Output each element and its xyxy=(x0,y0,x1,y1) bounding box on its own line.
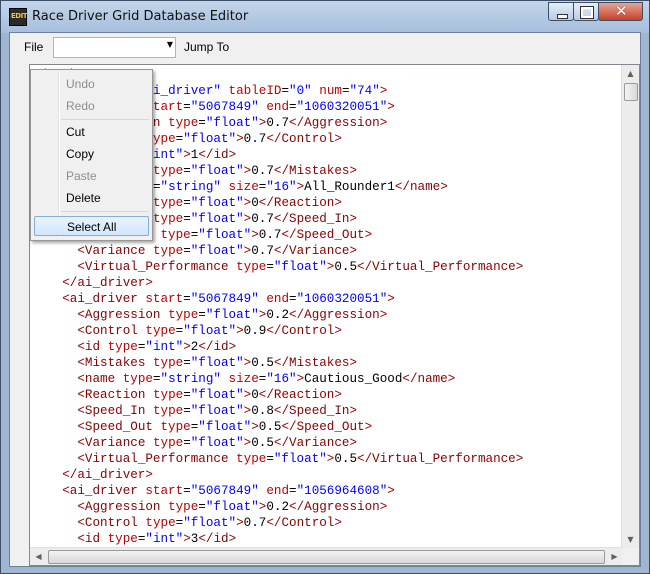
context-menu-separator xyxy=(61,211,149,212)
context-menu-item-paste[interactable]: Paste xyxy=(34,166,149,186)
context-menu: Undo Redo Cut Copy Paste Delete Select All xyxy=(30,69,153,241)
menu-file[interactable]: File xyxy=(24,40,43,54)
code-line[interactable]: <Aggression type="float">0.2</Aggression… xyxy=(32,308,387,322)
code-line[interactable]: <Speed_Out type="float">0.5</Speed_Out> xyxy=(32,420,372,434)
code-line[interactable]: <name type="string" size="16">Cautious_G… xyxy=(32,372,455,386)
code-line[interactable]: <Reaction type="float">0</Reaction> xyxy=(32,388,342,402)
menu-bar: File ▼ Jump To xyxy=(10,33,640,61)
context-menu-item-redo[interactable]: Redo xyxy=(34,96,149,116)
table-select[interactable]: ▼ xyxy=(53,37,176,58)
scroll-right-icon[interactable]: ▶ xyxy=(606,548,623,565)
code-line[interactable]: <Mistakes type="float">0.5</Mistakes> xyxy=(32,356,357,370)
app-window: EDIT Race Driver Grid Database Editor ✕ … xyxy=(0,0,650,574)
code-line[interactable]: <Control type="float">0.7</Control> xyxy=(32,516,342,530)
jump-to-button[interactable]: Jump To xyxy=(184,40,229,54)
minimize-button[interactable] xyxy=(548,2,574,21)
context-menu-item-label: Select All xyxy=(67,220,117,234)
scroll-up-icon[interactable]: ▲ xyxy=(622,65,639,82)
code-line[interactable]: <Virtual_Performance type="float">0.5</V… xyxy=(32,260,523,274)
context-menu-item-undo[interactable]: Undo xyxy=(34,74,149,94)
context-menu-item-label: Copy xyxy=(66,147,95,161)
code-line[interactable]: <Variance type="float">0.7</Variance> xyxy=(32,244,357,258)
code-line[interactable]: <Speed_In type="float">0.8</Speed_In> xyxy=(32,404,357,418)
code-line[interactable]: <ai_driver start="5067849" end="10569646… xyxy=(32,484,395,498)
title-bar[interactable]: EDIT Race Driver Grid Database Editor ✕ xyxy=(1,1,649,33)
code-line[interactable]: <ai_driver start="5067849" end="10603200… xyxy=(32,292,395,306)
window-controls: ✕ xyxy=(548,2,643,22)
close-button[interactable]: ✕ xyxy=(598,2,643,21)
code-line[interactable]: <id type="int">3</id> xyxy=(32,532,236,546)
scroll-down-icon[interactable]: ▼ xyxy=(622,531,639,548)
context-menu-item-copy[interactable]: Copy xyxy=(34,144,149,164)
context-menu-item-select-all[interactable]: Select All xyxy=(34,216,149,236)
code-line[interactable]: </ai_driver> xyxy=(32,276,153,290)
vertical-scrollbar[interactable]: ▲ ▼ xyxy=(621,65,639,548)
context-menu-item-label: Paste xyxy=(66,169,97,183)
scroll-corner xyxy=(622,548,639,565)
maximize-icon xyxy=(580,6,594,19)
context-menu-item-label: Cut xyxy=(66,125,85,139)
vertical-scroll-thumb[interactable] xyxy=(624,83,638,101)
context-menu-item-label: Undo xyxy=(66,77,95,91)
context-menu-item-label: Redo xyxy=(66,99,95,113)
horizontal-scroll-thumb[interactable] xyxy=(48,550,605,564)
context-menu-item-label: Delete xyxy=(66,191,101,205)
window-title: Race Driver Grid Database Editor xyxy=(32,9,249,24)
code-line[interactable]: <Control type="float">0.9</Control> xyxy=(32,324,342,338)
close-icon: ✕ xyxy=(615,2,628,20)
code-line[interactable]: <Aggression type="float">0.2</Aggression… xyxy=(32,500,387,514)
minimize-icon xyxy=(557,14,568,19)
maximize-button[interactable] xyxy=(573,2,599,21)
scroll-left-icon[interactable]: ◀ xyxy=(30,548,47,565)
code-line[interactable]: <Virtual_Performance type="float">0.5</V… xyxy=(32,452,523,466)
context-menu-separator xyxy=(61,119,149,120)
context-menu-item-delete[interactable]: Delete xyxy=(34,188,149,208)
context-menu-item-cut[interactable]: Cut xyxy=(34,122,149,142)
dropdown-arrow-icon: ▼ xyxy=(166,40,173,49)
code-line[interactable]: </ai_driver> xyxy=(32,468,153,482)
code-line[interactable]: <id type="int">2</id> xyxy=(32,340,236,354)
horizontal-scrollbar[interactable]: ◀ ▶ xyxy=(30,547,623,565)
app-icon-label: EDIT xyxy=(11,12,27,20)
code-line[interactable]: <Variance type="float">0.5</Variance> xyxy=(32,436,357,450)
app-icon[interactable]: EDIT xyxy=(9,8,27,26)
